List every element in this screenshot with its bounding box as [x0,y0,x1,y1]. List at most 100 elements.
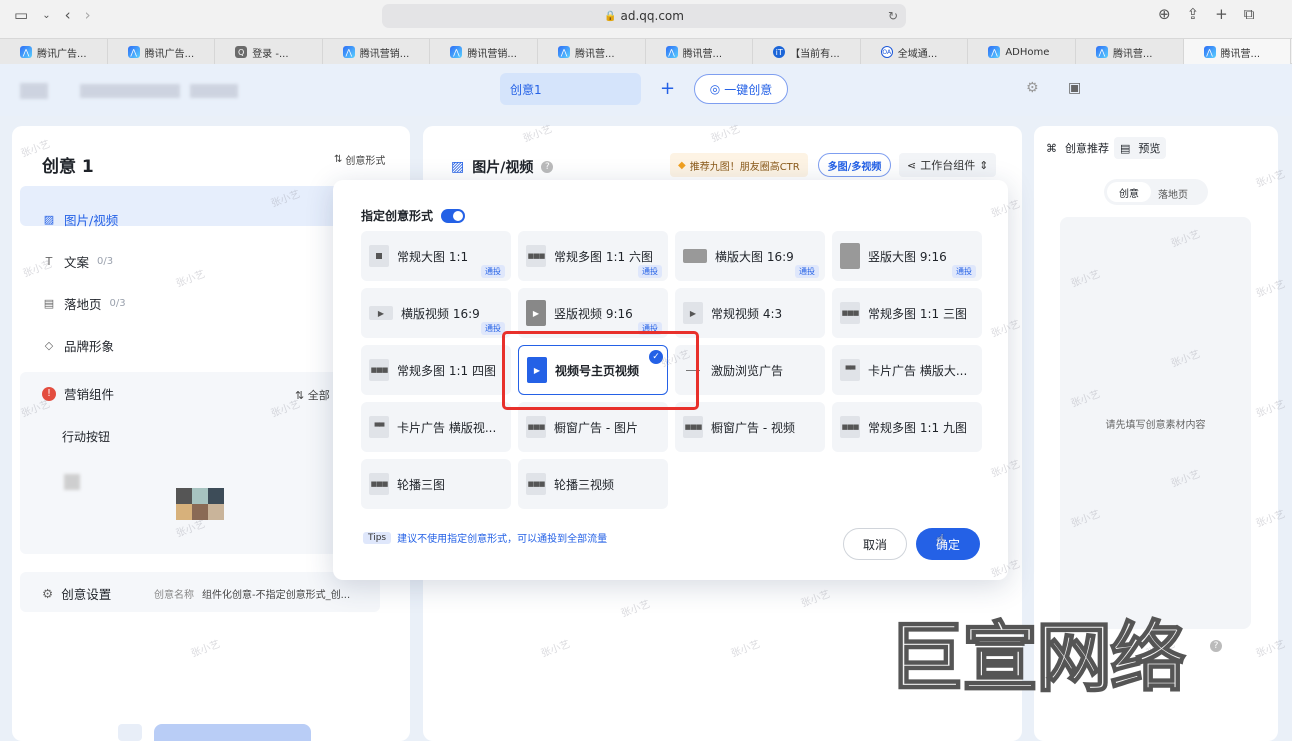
browser-tab[interactable]: iT 【当前有... [753,39,861,65]
format-option[interactable]: ■■■ 常规多图 1:1 四图 [361,345,511,395]
creative-name-value: 组件化创意-不指定创意形式_创... [202,590,351,601]
browser-tab-label: 腾讯营销... [467,48,517,60]
tab-favicon-icon: ⋀ [1203,46,1216,58]
back-icon[interactable]: ‹ [65,6,71,24]
sidebar-item-3[interactable]: ▤ 落地页 0/3 [42,282,126,324]
marketing-component[interactable]: ! 营销组件 [42,384,114,403]
creative-recommend[interactable]: ⌘ 创意推荐 [1046,140,1109,156]
one-click-creative-button[interactable]: ◎ 一键创意 [694,74,788,104]
action-button-label: 行动按钮 [62,430,111,444]
format-option-label: 常规多图 1:1 三图 [868,306,967,321]
tips-text: 建议不使用指定创意形式，可以通投到全部流量 [397,534,608,545]
tag-icon: ◇ [44,338,54,352]
browser-tab[interactable]: ⋀ 腾讯营销... [322,39,431,65]
preview-button[interactable]: ▤ 预览 [1114,137,1167,159]
lock-icon: 🔒 [604,10,617,22]
format-option[interactable]: ■■■ 常规多图 1:1 六图 通投 [518,231,668,281]
format-badge: 通投 [952,265,976,278]
browser-tab[interactable]: ⋀ 腾讯营... [1075,39,1184,65]
format-option[interactable]: ■■■ 轮播三视频 [518,459,668,509]
tab-strip: ⋀ 腾讯广告... ⋀ 腾讯广告... Q 登录 -... ⋀ 腾讯营销... ⋀ 腾讯营销...… [0,38,1292,65]
creative-settings[interactable]: ⚙ 创意设置 [42,584,111,603]
format-option[interactable]: 常规大图 1:1 通投 [361,231,511,281]
submit-creative-button[interactable] [154,724,311,741]
browser-tab[interactable]: ⋀ 腾讯广告... [0,39,108,65]
format-option[interactable]: 竖版大图 9:16 通投 [832,231,982,281]
creative-title: 创意 1 [42,157,94,177]
format-thumbnail-icon: ▶ [526,300,546,326]
format-thumbnail-icon [840,243,860,269]
format-thumbnail-icon: ■■■ [840,416,860,438]
image-icon: ▨ [451,159,465,175]
sidebar-item-label: 品牌形象 [64,338,115,354]
format-option[interactable]: ▀▀ 卡片广告 横版视... [361,402,511,452]
add-creative-button[interactable]: + [660,78,675,99]
download-icon[interactable]: ⊕ [1158,5,1171,23]
format-option[interactable]: ■■■ 常规多图 1:1 九图 [832,402,982,452]
format-option-label: 橱窗广告 - 视频 [711,420,795,435]
logo-blurred [20,83,48,99]
browser-tab[interactable]: ⋀ 腾讯营销... [430,39,538,65]
creative-form-button[interactable]: ⇅ 创意形式 [334,152,385,167]
format-option[interactable]: ■■■ 橱窗广告 - 视频 [675,402,825,452]
browser-tab[interactable]: ⋀ 腾讯广告... [107,39,216,65]
browser-tab[interactable]: ⋀ 腾讯营... [537,39,646,65]
bottom-icon-button[interactable] [118,724,142,741]
new-tab-icon[interactable]: + [1215,5,1228,23]
format-option-label: 常规视频 4:3 [711,306,783,321]
format-option-label: 轮播三视频 [554,477,615,492]
cancel-button[interactable]: 取消 [843,528,907,560]
chevron-down-icon[interactable]: ⌄ [42,10,50,21]
format-option-label: 竖版视频 9:16 [554,306,633,321]
creative-form-label: 创意形式 [345,156,386,167]
format-option[interactable]: ■■■ 常规多图 1:1 三图 [832,288,982,338]
format-option[interactable]: ▶ 常规视频 4:3 [675,288,825,338]
message-icon[interactable]: ▣ [1068,80,1081,96]
brand-watermark: 巨宣网络 [887,612,1187,703]
format-badge: 通投 [481,265,505,278]
format-option[interactable]: ▶ 横版视频 16:9 通投 [361,288,511,338]
seg-landing[interactable]: 落地页 [1158,186,1188,201]
browser-tab[interactable]: Q 登录 -... [215,39,323,65]
account-id-blurred [190,84,238,98]
format-option[interactable]: ■■■ 轮播三图 [361,459,511,509]
browser-tab[interactable]: ⋀ ADHome [968,39,1076,65]
forward-icon[interactable]: › [85,6,91,24]
sidebar-item-2[interactable]: T 文案 0/3 [42,240,126,282]
promo-text: 推荐九图！朋友圈高CTR [689,161,800,173]
marketing-all-filter[interactable]: ⇅ 全部 [295,387,330,403]
format-thumbnail-icon [369,245,389,267]
format-option-label: 激励浏览广告 [711,363,784,378]
format-thumbnail-icon: ■■■ [526,416,546,438]
recommend-label: 创意推荐 [1065,142,1109,155]
format-option[interactable]: 横版大图 16:9 通投 [675,231,825,281]
sidebar-item-label: 文案 [64,254,90,270]
sidebar-item-4[interactable]: ◇ 品牌形象 [42,324,126,366]
tab-creative-1[interactable]: 创意1 [500,73,641,105]
settings-gear-icon[interactable]: ⚙ [1026,80,1039,96]
browser-tab[interactable]: ⋀ 腾讯营... [645,39,754,65]
sidebar-item-count: 0/3 [109,297,126,309]
format-thumbnail-icon: ▶ [369,306,393,320]
tab-overview-icon[interactable]: ⧉ [1244,5,1255,23]
bulb-icon: ◎ [709,82,721,96]
media-title: 图片/视频 [472,160,534,176]
workbench-component-select[interactable]: ⋖ 工作台组件 ⇕ [899,153,997,177]
one-click-label: 一键创意 [724,82,773,97]
reload-icon[interactable]: ↻ [888,9,898,23]
browser-tab-label: 腾讯营... [1112,48,1153,60]
multi-media-button[interactable]: 多图/多视频 [818,153,891,177]
tab-favicon-icon: ⋀ [450,46,463,58]
url-text: ad.qq.com [620,9,684,23]
confirm-button[interactable]: 确定 [916,528,980,560]
format-option[interactable]: ▀▀ 卡片广告 横版大... [832,345,982,395]
browser-tab[interactable]: ⋀ 腾讯营... [1183,39,1292,65]
share-icon[interactable]: ⇪ [1187,5,1200,23]
specify-form-row: 指定创意形式 [361,207,466,224]
sidebar-item-1[interactable]: ▨ 图片/视频 [42,198,126,240]
address-bar[interactable]: 🔒 ad.qq.com ↻ [382,4,906,28]
sidebar-toggle-icon[interactable]: ▭ [14,6,28,24]
browser-tab[interactable]: OA 全域通... [860,39,969,65]
specify-form-toggle[interactable] [441,208,466,223]
seg-creative[interactable]: 创意 [1107,182,1151,202]
